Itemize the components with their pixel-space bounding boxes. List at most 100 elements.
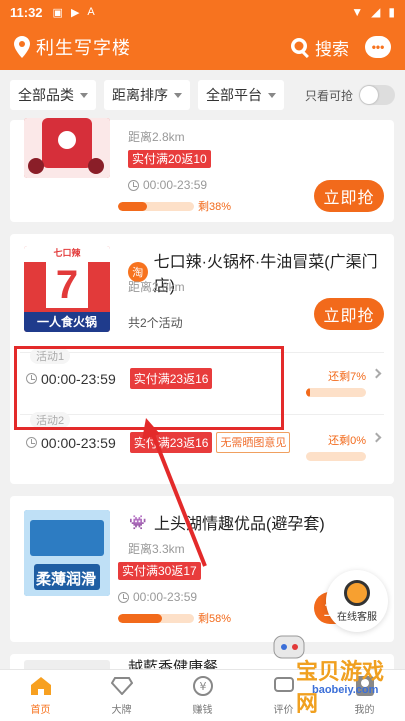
clock-icon — [26, 437, 37, 448]
activity-remaining: 还剩7% — [306, 368, 366, 397]
shop-thumbnail: 七口辣 7 一人食火锅 — [24, 246, 110, 332]
only-available-toggle[interactable] — [359, 85, 395, 105]
deal-tag: 实付满20返10 — [128, 150, 211, 168]
shop-hours-text: 00:00-23:59 — [133, 590, 198, 604]
caret-down-icon — [174, 92, 182, 98]
watermark-url: baobeiy.com — [312, 684, 379, 696]
location-pin-icon[interactable] — [14, 36, 30, 58]
sort-filter-label: 距离排序 — [112, 87, 168, 103]
meituan-icon: 👾 — [129, 513, 147, 530]
signal-icon: ◢ — [371, 5, 381, 19]
tab-label: 评价 — [273, 705, 294, 716]
status-right: ▼ ◢ ▮ — [351, 5, 395, 19]
notification-icon: ▶ — [70, 6, 80, 19]
activity-remaining-progress-fill — [306, 388, 311, 397]
filter-bar: 全部品类 距离排序 全部平台 只看可抢 — [0, 70, 405, 120]
activity-hours: 00:00-23:59 — [26, 435, 116, 451]
search-label: 搜索 — [315, 39, 349, 59]
tab-label: 大牌 — [111, 705, 132, 716]
shop-title-row[interactable]: 👾 上头湖情趣优品(避孕套) — [128, 510, 325, 534]
customer-service-label: 在线客服 — [337, 611, 377, 623]
chevron-right-icon — [371, 368, 382, 379]
remaining-text: 剩58% — [198, 613, 232, 625]
deal-tag-text: 实付满30返17 — [118, 562, 201, 580]
activity-hours-text: 00:00-23:59 — [41, 434, 116, 451]
activity-count: 共2个活动 — [128, 316, 183, 330]
headset-icon — [344, 579, 370, 606]
clock-icon — [118, 591, 129, 603]
status-icons: ▣ ▶ A — [53, 6, 95, 19]
tab-home[interactable]: 首页 — [0, 670, 81, 721]
only-available-filter: 只看可抢 — [305, 85, 395, 105]
notification-icon: A — [87, 5, 95, 18]
product-image — [24, 118, 110, 178]
remaining-progress-fill — [118, 201, 147, 211]
deal-tag: 实付满30返17 — [118, 562, 201, 580]
customer-service-button[interactable]: 在线客服 — [326, 570, 388, 632]
thumb-brand: 七口辣 — [24, 246, 110, 262]
platform-filter[interactable]: 全部平台 — [198, 80, 284, 110]
search-button[interactable]: 搜索 — [289, 35, 349, 60]
location-name[interactable]: 利生写字楼 — [36, 34, 131, 60]
deal-tag-text: 实付满20返10 — [128, 150, 211, 168]
chevron-right-icon — [371, 432, 382, 443]
activity-remaining-progress — [306, 452, 366, 461]
message-button[interactable]: ••• — [365, 36, 391, 58]
shop-hours-text: 00:00-23:59 — [143, 178, 208, 192]
tab-label: 赚钱 — [192, 705, 213, 716]
clock-icon — [128, 179, 139, 191]
shop-distance: 距离3.3km — [128, 542, 185, 556]
app-bar: 利生写字楼 搜索 ••• — [0, 24, 405, 70]
remaining-progress — [118, 201, 194, 211]
thumb-text: 柔薄润滑 — [36, 571, 97, 588]
remaining-progress — [118, 613, 194, 623]
thumb-number: 7 — [46, 262, 88, 308]
activity-remaining-text: 还剩7% — [328, 371, 366, 383]
activity-remaining: 还剩0% — [306, 432, 366, 461]
shop-distance: 距离2.8km — [128, 280, 185, 294]
activity-details: 00:00-23:59 实付满23返16 无需晒图意见 — [26, 432, 291, 453]
annotation-box — [14, 346, 284, 430]
activity-note-tag: 无需晒图意见 — [216, 432, 291, 453]
sort-filter[interactable]: 距离排序 — [104, 80, 190, 110]
remaining-text: 剩38% — [198, 201, 232, 213]
category-filter[interactable]: 全部品类 — [10, 80, 96, 110]
battery-icon: ▮ — [388, 5, 395, 19]
comment-icon — [272, 675, 296, 697]
remaining-indicator: 剩58% — [118, 610, 231, 626]
thumb-slogan: 一人食火锅 — [24, 312, 110, 332]
tab-earn[interactable]: ¥ 赚钱 — [162, 670, 243, 721]
activity-remaining-text: 还剩0% — [328, 435, 366, 447]
shop-hours: 00:00-23:59 — [128, 178, 207, 192]
tab-label: 首页 — [30, 705, 51, 716]
chat-icon: ••• — [371, 40, 385, 54]
shop-title: 七口辣·火锅杯·牛油冒菜(广渠门店) — [153, 254, 378, 295]
remaining-indicator: 剩38% — [118, 198, 231, 214]
status-bar: 11:32 ▣ ▶ A ▼ ◢ ▮ — [0, 0, 405, 24]
category-filter-label: 全部品类 — [18, 87, 74, 103]
notification-icon: ▣ — [52, 6, 63, 19]
tab-brands[interactable]: 大牌 — [81, 670, 162, 721]
activity-tags: 实付满23返16 无需晒图意见 — [129, 432, 291, 453]
caret-down-icon — [268, 92, 276, 98]
shop-distance: 距离2.8km — [128, 130, 185, 144]
status-time: 11:32 — [10, 4, 43, 20]
wifi-icon: ▼ — [351, 5, 364, 19]
shop-card[interactable]: 距离2.8km 实付满20返10 00:00-23:59 剩38% 立即抢 — [10, 118, 394, 222]
caret-down-icon — [80, 92, 88, 98]
shop-thumbnail — [24, 118, 110, 178]
activity-remaining-progress — [306, 388, 366, 397]
shop-title: 上头湖情趣优品(避孕套) — [154, 516, 325, 533]
home-icon — [29, 675, 53, 697]
activity-deal-tag: 实付满23返16 — [129, 432, 213, 453]
shop-thumbnail: 柔薄润滑 — [24, 510, 110, 596]
yen-icon: ¥ — [191, 675, 215, 697]
platform-filter-label: 全部平台 — [206, 87, 262, 103]
remaining-progress-fill — [118, 613, 163, 623]
grab-button[interactable]: 立即抢 — [314, 180, 384, 212]
only-available-label: 只看可抢 — [304, 88, 353, 103]
search-icon — [291, 38, 309, 58]
diamond-icon — [110, 675, 134, 697]
svg-text:¥: ¥ — [199, 680, 206, 693]
grab-button[interactable]: 立即抢 — [314, 298, 384, 330]
